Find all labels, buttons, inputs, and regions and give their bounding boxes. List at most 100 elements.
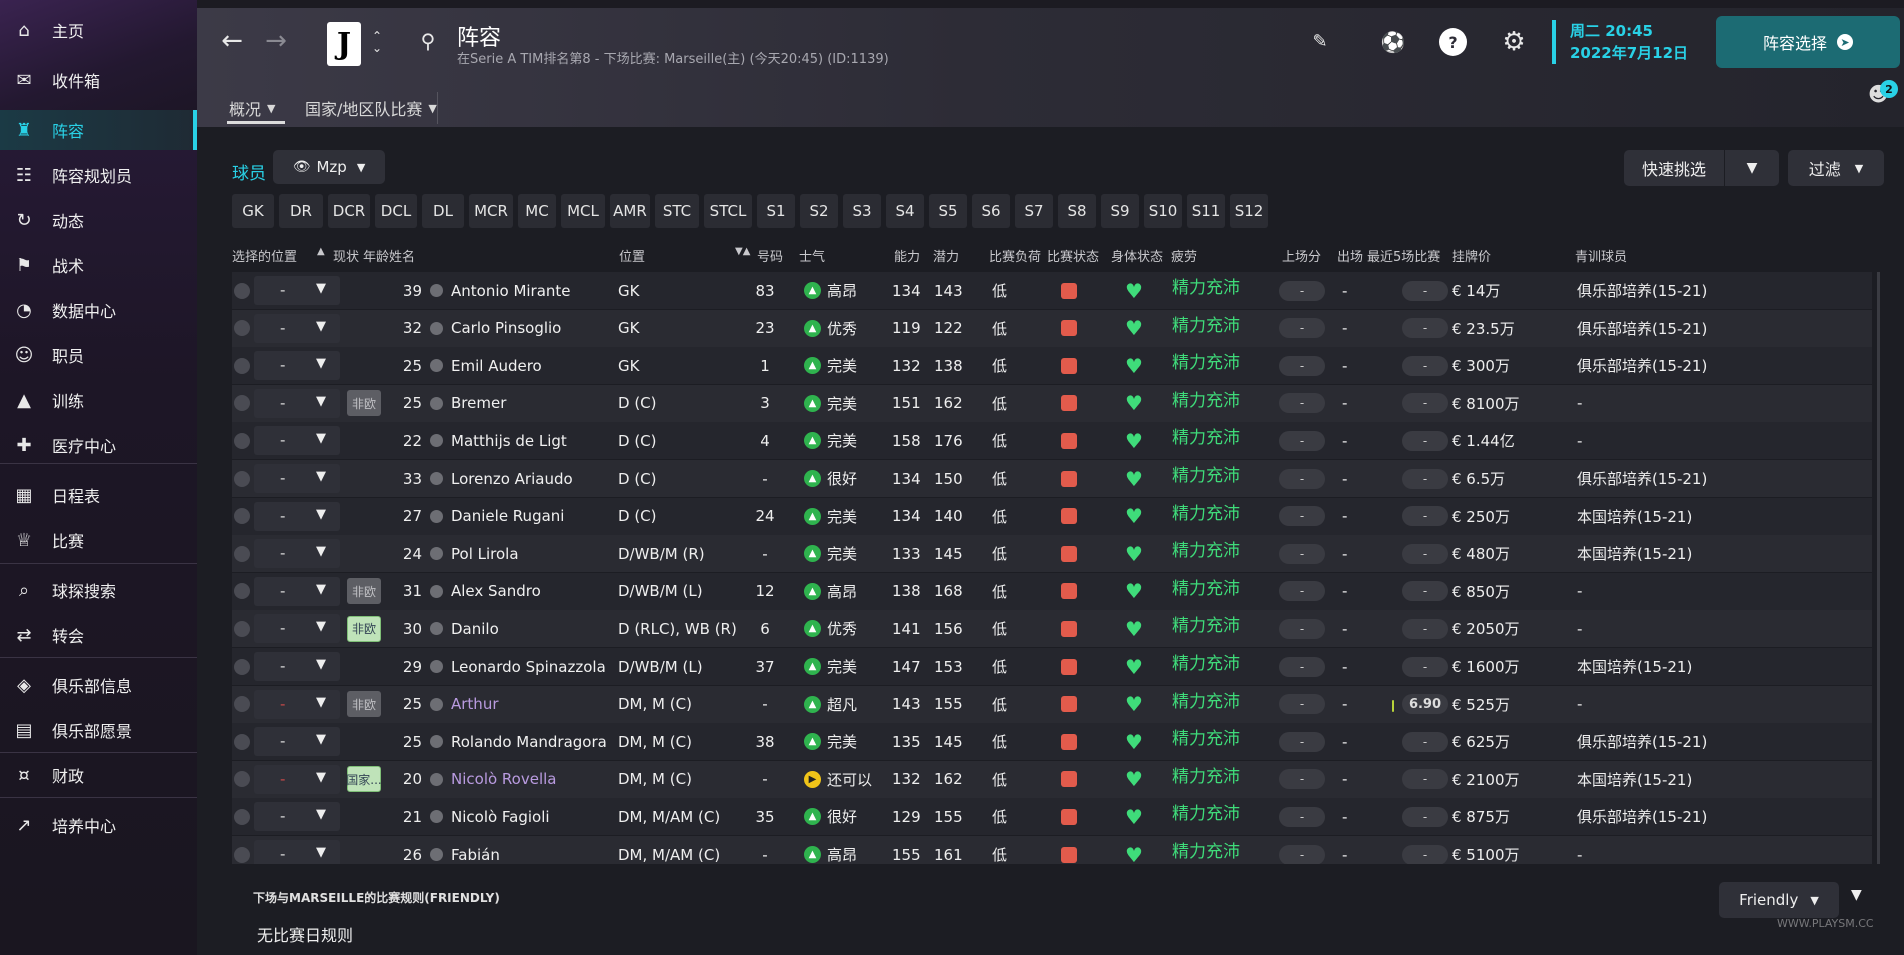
row-select-checkbox[interactable] <box>234 573 252 610</box>
player-name-link[interactable]: Nicolò Fagioli <box>430 798 610 835</box>
tab-overview[interactable]: 概况 ▼ <box>227 92 285 124</box>
back-arrow-icon[interactable]: ← <box>215 24 249 58</box>
edit-pencil-icon[interactable]: ✎ <box>1307 28 1333 54</box>
position-tab-s7[interactable]: S7 <box>1015 194 1053 228</box>
table-row[interactable]: - ▼ 27 Daniele Rugani D (C) 24 ▲ 完美 134 140 低 ♥ 精力充沛… <box>232 497 1872 535</box>
view-select[interactable]: 👁 Mzp ▼ <box>273 150 385 184</box>
selected-position-dropdown[interactable]: - ▼ <box>254 764 340 794</box>
sidebar-item-scouting[interactable]: ⌕ 球探搜索 <box>0 570 197 610</box>
position-tab-dcl[interactable]: DCL <box>375 194 417 228</box>
sidebar-item-home[interactable]: ⌂ 主页 <box>0 10 197 50</box>
sort-asc-icon[interactable]: ▲ <box>317 246 325 257</box>
row-select-checkbox[interactable] <box>234 272 252 309</box>
col-name[interactable]: 姓名 <box>389 246 415 265</box>
sidebar-item-development[interactable]: ↗ 培养中心 <box>0 805 197 845</box>
status-badge[interactable]: 国家... <box>346 766 382 793</box>
player-name-link[interactable]: Matthijs de Ligt <box>430 422 610 459</box>
sidebar-item-clipboard[interactable]: ☷ 阵容规划员 <box>0 155 197 195</box>
sidebar-item-finance[interactable]: ¤ 财政 <box>0 755 197 795</box>
row-select-checkbox[interactable] <box>234 498 252 535</box>
row-select-checkbox[interactable] <box>234 535 252 572</box>
player-name-link[interactable]: Bremer <box>430 385 610 422</box>
sidebar-item-staff[interactable]: ☺ 职员 <box>0 335 197 375</box>
position-tab-stc[interactable]: STC <box>655 194 699 228</box>
forward-arrow-icon[interactable]: → <box>259 24 293 58</box>
position-tab-amr[interactable]: AMR <box>610 194 650 228</box>
row-select-checkbox[interactable] <box>234 610 252 647</box>
sidebar-item-dynamics[interactable]: ↻ 动态 <box>0 200 197 240</box>
sidebar-item-shirt[interactable]: ♜ 阵容 <box>0 110 197 150</box>
selected-position-dropdown[interactable]: - ▼ <box>254 351 340 381</box>
position-tab-s3[interactable]: S3 <box>843 194 881 228</box>
sidebar-item-calendar[interactable]: ▦ 日程表 <box>0 475 197 515</box>
selected-position-dropdown[interactable]: - ▼ <box>254 727 340 757</box>
player-name-link[interactable]: Lorenzo Ariaudo <box>430 460 610 497</box>
player-name-link[interactable]: Arthur <box>430 686 610 723</box>
status-badge[interactable]: 非欧 <box>347 615 381 642</box>
col-status[interactable]: 现状 <box>333 246 359 265</box>
row-select-checkbox[interactable] <box>234 723 252 760</box>
col-age[interactable]: 年龄 <box>363 246 389 265</box>
col-youth[interactable]: 青训球员 <box>1575 246 1627 265</box>
col-physical-condition[interactable]: 身体状态 <box>1111 246 1163 265</box>
filter-button[interactable]: 过滤 ▼ <box>1788 150 1884 186</box>
position-tab-s1[interactable]: S1 <box>757 194 795 228</box>
selected-position-dropdown[interactable]: - ▼ <box>254 276 340 305</box>
friendly-select[interactable]: Friendly ▼ <box>1719 882 1839 918</box>
selected-position-dropdown[interactable]: - ▼ <box>254 501 340 531</box>
help-icon[interactable]: ? <box>1439 28 1467 56</box>
col-last5[interactable]: 最近5场比赛 <box>1367 246 1440 265</box>
player-name-link[interactable]: Carlo Pinsoglio <box>430 310 610 347</box>
col-match-load[interactable]: 比赛负荷 <box>989 246 1041 265</box>
col-match-condition[interactable]: 比赛状态 <box>1047 246 1099 265</box>
selected-position-dropdown[interactable]: - ▼ <box>254 802 340 832</box>
position-tab-s10[interactable]: S10 <box>1144 194 1182 228</box>
col-position[interactable]: 位置 <box>619 246 645 265</box>
search-icon[interactable]: ⚲ <box>415 28 441 54</box>
sort-desc-asc-icon[interactable]: ▼▲ <box>735 246 750 257</box>
status-badge[interactable]: 非欧 <box>347 390 381 417</box>
position-tab-dcr[interactable]: DCR <box>328 194 370 228</box>
col-value[interactable]: 挂牌价 <box>1452 246 1491 265</box>
table-row[interactable]: - ▼ 非欧 30 Danilo D (RLC), WB (R) 6 ▲ 优秀 141 156 低 ♥ 精… <box>232 610 1872 648</box>
table-row[interactable]: - ▼ 32 Carlo Pinsoglio GK 23 ▲ 优秀 119 122 低 ♥ 精力充沛 - -… <box>232 309 1872 347</box>
squad-select-button[interactable]: 阵容选择 ➤ <box>1716 16 1900 68</box>
gear-icon[interactable]: ⚙ <box>1499 27 1529 57</box>
table-row[interactable]: - ▼ 39 Antonio Mirante GK 83 ▲ 高昂 134 143 低 ♥ 精力充沛 - -… <box>232 272 1872 309</box>
player-name-link[interactable]: Daniele Rugani <box>430 498 610 535</box>
row-select-checkbox[interactable] <box>234 310 252 347</box>
player-name-link[interactable]: Nicolò Rovella <box>430 761 610 798</box>
table-row[interactable]: - ▼ 33 Lorenzo Ariaudo D (C) - ▲ 很好 134 150 低 ♥ 精力充沛… <box>232 460 1872 497</box>
ball-icon[interactable]: ⚽ <box>1379 28 1407 56</box>
row-select-checkbox[interactable] <box>234 686 252 723</box>
position-tab-mcl[interactable]: MCL <box>561 194 605 228</box>
status-badge[interactable]: 非欧 <box>347 691 381 718</box>
position-tab-s9[interactable]: S9 <box>1101 194 1139 228</box>
position-tab-s2[interactable]: S2 <box>800 194 838 228</box>
game-date[interactable]: 周二 20:45 2022年7月12日 <box>1552 20 1688 64</box>
position-tab-mc[interactable]: MC <box>518 194 556 228</box>
player-name-link[interactable]: Pol Lirola <box>430 535 610 572</box>
sidebar-item-training[interactable]: ▲ 训练 <box>0 380 197 420</box>
row-select-checkbox[interactable] <box>234 798 252 835</box>
selected-position-dropdown[interactable]: - ▼ <box>254 652 340 681</box>
row-select-checkbox[interactable] <box>234 347 252 384</box>
sidebar-item-tactics[interactable]: ⚑ 战术 <box>0 245 197 285</box>
row-select-checkbox[interactable] <box>234 422 252 459</box>
col-ability[interactable]: 能力 <box>894 246 920 265</box>
table-row[interactable]: - ▼ 非欧 25 Arthur DM, M (C) - ▲ 超凡 143 155 低 ♥ 精力充沛 - -6… <box>232 685 1872 723</box>
sidebar-item-medical[interactable]: ✚ 医疗中心 <box>0 425 197 465</box>
selected-position-dropdown[interactable]: - ▼ <box>254 539 340 569</box>
position-tab-s5[interactable]: S5 <box>929 194 967 228</box>
player-name-link[interactable]: Emil Audero <box>430 347 610 384</box>
collapse-chevron-icon[interactable]: ▼ <box>1851 887 1862 903</box>
quick-pick-button[interactable]: 快速挑选 <box>1624 150 1724 186</box>
quick-pick-dropdown[interactable]: ▼ <box>1725 150 1779 186</box>
table-row[interactable]: - ▼ 24 Pol Lirola D/WB/M (R) - ▲ 完美 133 145 低 ♥ 精力充沛… <box>232 535 1872 573</box>
position-tab-s6[interactable]: S6 <box>972 194 1010 228</box>
selected-position-dropdown[interactable]: - ▼ <box>254 576 340 606</box>
sidebar-item-inbox[interactable]: ✉ 收件箱 <box>0 60 197 100</box>
col-fatigue[interactable]: 疲劳 <box>1171 246 1197 265</box>
player-name-link[interactable]: Fabián <box>430 836 610 864</box>
table-row[interactable]: - ▼ 非欧 25 Bremer D (C) 3 ▲ 完美 151 162 低 ♥ 精力充沛 - - - € 81… <box>232 384 1872 422</box>
